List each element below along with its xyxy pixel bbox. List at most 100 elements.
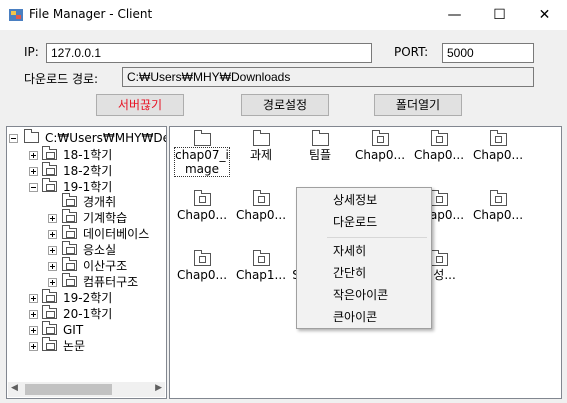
file-item-label: 팀플 [308,148,332,162]
device-folder-icon [42,289,57,303]
expand-icon[interactable] [29,310,38,319]
tree-node-label: 이산구조 [83,259,128,273]
file-item[interactable]: Chap1... [231,247,291,282]
file-icon [252,190,270,206]
file-item-label: Chap1... [235,268,287,282]
file-item[interactable]: Chap0... [172,187,232,222]
scrollbar-thumb[interactable] [25,384,112,395]
minimize-button[interactable]: — [432,0,477,30]
file-item-label: Chap0... [176,208,228,222]
file-icon [193,190,211,206]
scroll-right-icon[interactable]: ▶ [155,383,162,393]
file-item[interactable]: 팀플 [290,127,350,162]
tree-node-label: 19-2학기 [63,291,113,305]
title-bar: File Manager - Client — ☐ ✕ [0,0,567,30]
device-folder-icon [42,337,57,351]
device-folder-icon [62,241,77,255]
file-item[interactable]: Chap0... [231,187,291,222]
window-title: File Manager - Client [29,7,153,21]
file-item-label: Chap0... [354,148,406,162]
device-folder-icon [42,305,57,319]
file-item-label-box: chap07_i mage [174,147,230,177]
file-item[interactable]: 과제 [231,127,291,162]
menu-separator [327,237,427,238]
expand-icon[interactable] [29,151,38,160]
tree-node-label: C:₩Users₩MHY₩De [45,131,167,145]
scroll-left-icon[interactable]: ◀ [11,383,18,393]
file-item[interactable]: Chap0... [350,127,410,162]
menu-item-download[interactable]: 다운로드 [297,211,431,233]
expand-icon[interactable] [29,294,38,303]
file-icon [193,250,211,266]
tree-node-label: 19-1학기 [63,180,113,194]
tree-node-label: GIT [63,323,84,337]
file-item[interactable]: Chap0... [172,247,232,282]
tree-node-label: 데이터베이스 [83,227,150,241]
menu-item-large-icons[interactable]: 큰아이콘 [297,306,431,328]
tree-node-label: 응소실 [83,243,117,257]
ip-input[interactable]: 127.0.0.1 [46,43,372,63]
path-settings-button[interactable]: 경로설정 [241,94,329,116]
tree-node-label: 18-2학기 [63,164,113,178]
tree-node-label: 컴퓨터구조 [83,275,139,289]
file-item[interactable]: Chap0... [468,187,528,222]
maximize-button[interactable]: ☐ [477,0,522,30]
file-icon [430,190,448,206]
file-item-label: Chap0... [472,208,524,222]
file-icon [430,130,448,146]
device-folder-icon [62,257,77,271]
file-icon [371,130,389,146]
file-item-label-line2: mage [184,162,220,176]
tree-node-label: 경개취 [83,195,117,209]
close-button[interactable]: ✕ [522,0,567,30]
tree-node-label: 논문 [63,339,86,353]
file-item-label: Chap0... [176,268,228,282]
server-disconnect-label: 서버끊기 [117,98,163,112]
file-item[interactable]: Chap0... [468,127,528,162]
file-item-label: Chap0... [413,148,465,162]
folder-tree[interactable]: C:₩Users₩MHY₩De 18-1학기 18-2학기 19-1학기 경개취… [6,126,167,399]
file-item-selected[interactable]: chap07_i mage [172,127,232,177]
tree-node-label: 20-1학기 [63,307,113,321]
expand-icon[interactable] [29,326,38,335]
file-item-label: Chap0... [235,208,287,222]
expand-icon[interactable] [48,230,57,239]
expand-icon[interactable] [48,246,57,255]
expand-icon[interactable] [29,167,38,176]
collapse-icon[interactable] [9,134,18,143]
device-folder-icon [42,178,57,192]
expand-icon[interactable] [48,214,57,223]
download-path-field: C:₩Users₩MHY₩Downloads [122,67,534,87]
collapse-icon[interactable] [29,183,38,192]
expand-icon[interactable] [48,278,57,287]
file-icon [489,190,507,206]
file-item-label: Chap0... [472,148,524,162]
menu-item-small-icons[interactable]: 작은아이콘 [297,284,431,306]
tree-node-label: 18-1학기 [63,148,113,162]
file-item-label: 과제 [249,148,273,162]
device-folder-icon [62,209,77,223]
menu-item-view-details[interactable]: 자세히 [297,240,431,262]
server-disconnect-button[interactable]: 서버끊기 [96,94,184,116]
device-folder-icon [42,162,57,176]
device-folder-icon [62,273,77,287]
open-folder-button[interactable]: 폴더열기 [374,94,462,116]
device-folder-icon [62,225,77,239]
port-input[interactable]: 5000 [442,43,534,63]
file-item[interactable]: Chap0... [409,127,469,162]
menu-item-view-simple[interactable]: 간단히 [297,262,431,284]
device-folder-icon [62,193,77,207]
horizontal-scrollbar[interactable]: ◀ ▶ [8,382,165,397]
file-icon [489,130,507,146]
device-folder-icon [42,321,57,335]
folder-icon [311,130,329,146]
folder-icon [193,130,211,146]
menu-item-details[interactable]: 상세정보 [297,189,431,211]
folder-icon [24,129,39,143]
expand-icon[interactable] [29,342,38,351]
folder-icon [252,130,270,146]
expand-icon[interactable] [48,262,57,271]
ip-label: IP: [24,45,39,59]
context-menu: 상세정보 다운로드 자세히 간단히 작은아이콘 큰아이콘 [296,187,432,329]
port-label: PORT: [394,45,429,59]
